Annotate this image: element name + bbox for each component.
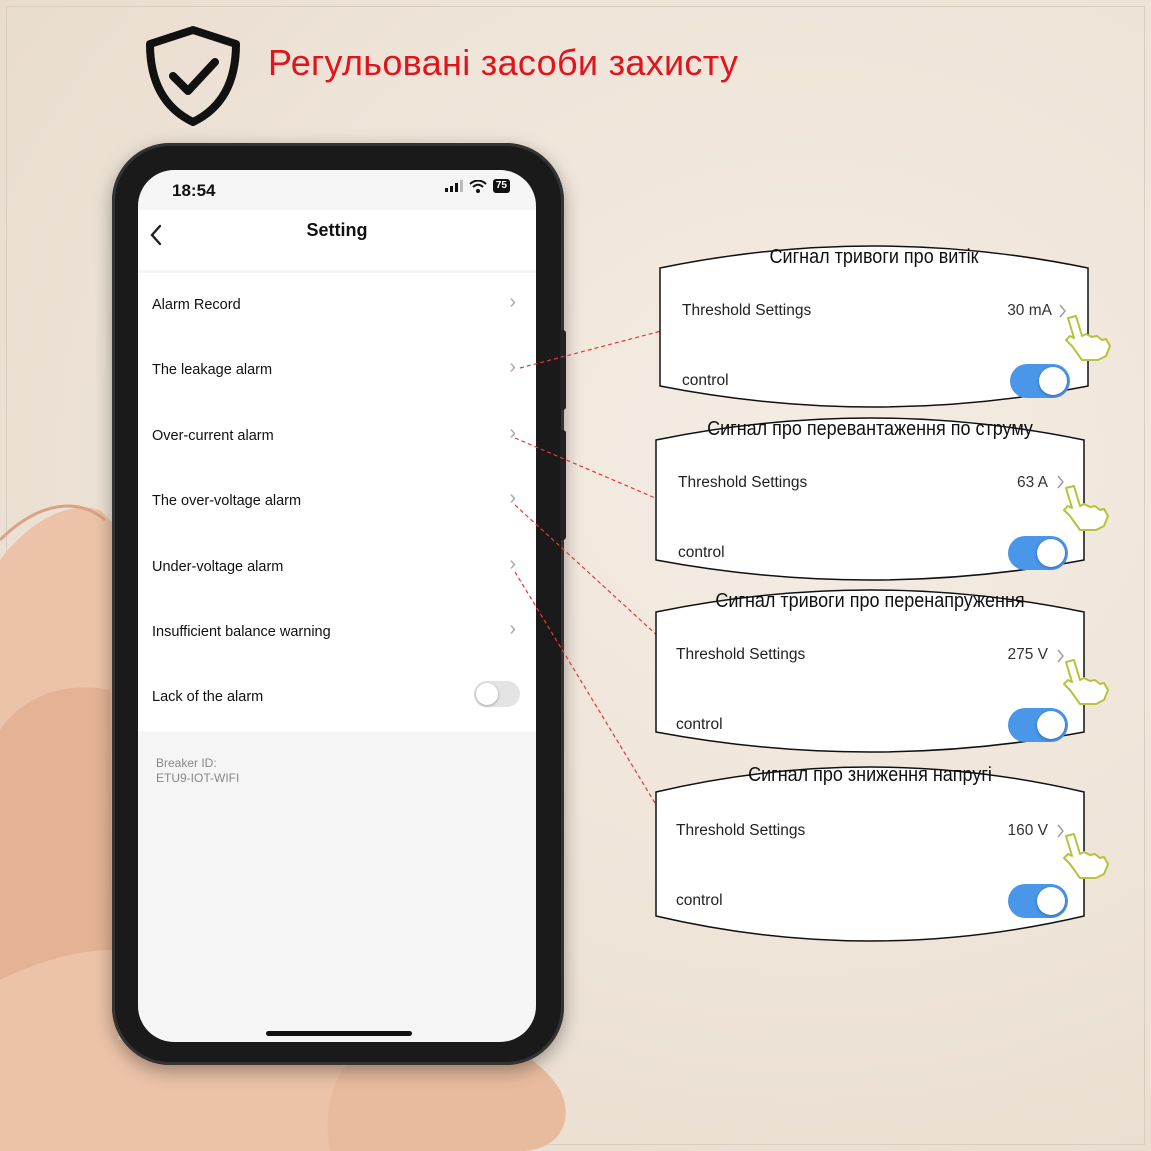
chevron-right-icon xyxy=(1057,649,1064,663)
pointing-hand-icon xyxy=(1063,833,1109,879)
chevron-right-icon xyxy=(1057,824,1064,838)
pointing-hand-icon xyxy=(1065,315,1111,361)
pointing-hand-icon xyxy=(1063,485,1109,531)
pointing-hand-icon xyxy=(1063,659,1109,705)
callout-pointers xyxy=(1057,304,1111,879)
chevron-right-icon xyxy=(1059,304,1066,318)
chevron-right-icon xyxy=(1057,475,1064,489)
